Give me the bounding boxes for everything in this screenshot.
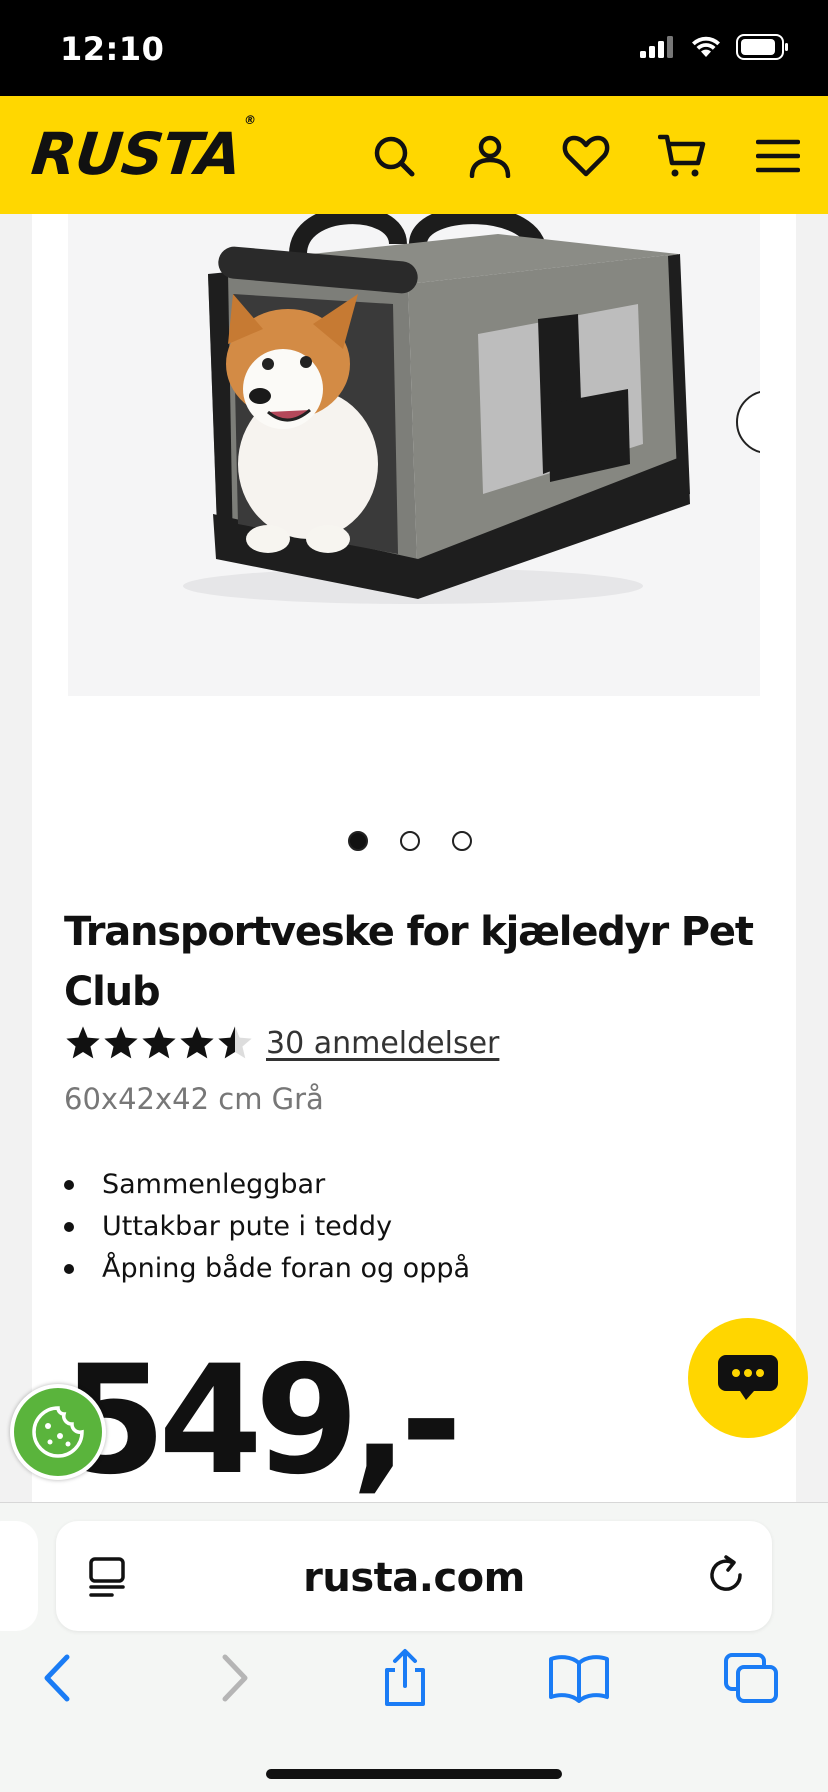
wifi-icon: [692, 36, 720, 57]
star-full-icon: [142, 1026, 176, 1059]
star-half-icon: [218, 1026, 252, 1059]
chevron-right-icon: [222, 1654, 248, 1702]
menu-icon: [756, 139, 800, 173]
feature-list: Sammenleggbar Uttakbar pute i teddy Åpni…: [64, 1164, 470, 1290]
bullet-icon: [64, 1180, 74, 1190]
browser-bar: rusta.com: [0, 1502, 828, 1792]
status-icons: [640, 34, 790, 60]
previous-tab-preview[interactable]: [0, 1521, 38, 1631]
battery-icon: [736, 34, 788, 60]
header-icons: [366, 128, 806, 184]
search-button[interactable]: [366, 128, 422, 184]
share-icon: [385, 1649, 425, 1706]
rusta-logo[interactable]: RUSTA®: [28, 113, 255, 188]
star-full-icon: [180, 1026, 214, 1059]
chat-button[interactable]: [688, 1318, 808, 1438]
reload-icon[interactable]: [704, 1553, 748, 1597]
share-button[interactable]: [370, 1643, 440, 1713]
browser-toolbar: [0, 1643, 828, 1723]
forward-button[interactable]: [200, 1643, 270, 1713]
product-rating: 30 anmeldelser: [64, 1024, 499, 1062]
chevron-left-icon: [44, 1654, 70, 1702]
feature-text: Uttakbar pute i teddy: [102, 1211, 393, 1242]
account-button[interactable]: [462, 128, 518, 184]
bullet-icon: [64, 1264, 74, 1274]
product-price: 549,-: [62, 1334, 462, 1508]
cart-icon: [658, 134, 706, 177]
feature-item: Sammenleggbar: [64, 1164, 470, 1206]
feature-item: Åpning både foran og oppå: [64, 1248, 470, 1290]
feature-item: Uttakbar pute i teddy: [64, 1206, 470, 1248]
product-card: Transportveske for kjæledyr Pet Club 30 …: [32, 214, 796, 1504]
bookmarks-button[interactable]: [544, 1643, 614, 1713]
gallery-pagination: [348, 831, 472, 851]
cart-button[interactable]: [654, 128, 710, 184]
product-variant: 60x42x42 cm Grå: [64, 1082, 324, 1116]
product-image[interactable]: [68, 214, 760, 696]
chevron-right-icon: [754, 408, 760, 436]
feature-text: Sammenleggbar: [102, 1169, 326, 1200]
feature-text: Åpning både foran og oppå: [102, 1253, 471, 1284]
site-header: RUSTA®: [0, 96, 828, 214]
product-title: Transportveske for kjæledyr Pet Club: [64, 909, 754, 1015]
favorites-button[interactable]: [558, 128, 614, 184]
heart-icon: [562, 135, 610, 177]
rating-stars: [64, 1024, 254, 1062]
bullet-icon: [64, 1222, 74, 1232]
url-text: rusta.com: [303, 1555, 525, 1601]
gallery-dot-1[interactable]: [348, 831, 368, 851]
menu-button[interactable]: [750, 128, 806, 184]
logo-registered-mark: ®: [243, 112, 256, 127]
reviews-link[interactable]: 30 anmeldelser: [266, 1026, 499, 1061]
pet-carrier-illustration: [183, 214, 690, 604]
search-icon: [374, 136, 415, 177]
gallery-dot-2[interactable]: [400, 831, 420, 851]
star-full-icon: [66, 1026, 100, 1059]
home-indicator: [266, 1769, 562, 1779]
chat-bubble-icon: [718, 1355, 778, 1400]
cookie-settings-button[interactable]: [10, 1384, 106, 1480]
tabs-icon: [724, 1653, 778, 1703]
user-icon: [469, 135, 511, 178]
book-icon: [549, 1655, 609, 1703]
cellular-signal-icon: [640, 36, 673, 58]
back-button[interactable]: [22, 1643, 92, 1713]
cookie-icon: [32, 1406, 84, 1458]
status-bar: 12:10: [0, 0, 828, 96]
logo-text: RUSTA: [28, 120, 245, 188]
tabs-button[interactable]: [716, 1643, 786, 1713]
gallery-dot-3[interactable]: [452, 831, 472, 851]
star-full-icon: [104, 1026, 138, 1059]
address-bar[interactable]: rusta.com: [56, 1521, 772, 1631]
status-time: 12:10: [60, 30, 165, 68]
